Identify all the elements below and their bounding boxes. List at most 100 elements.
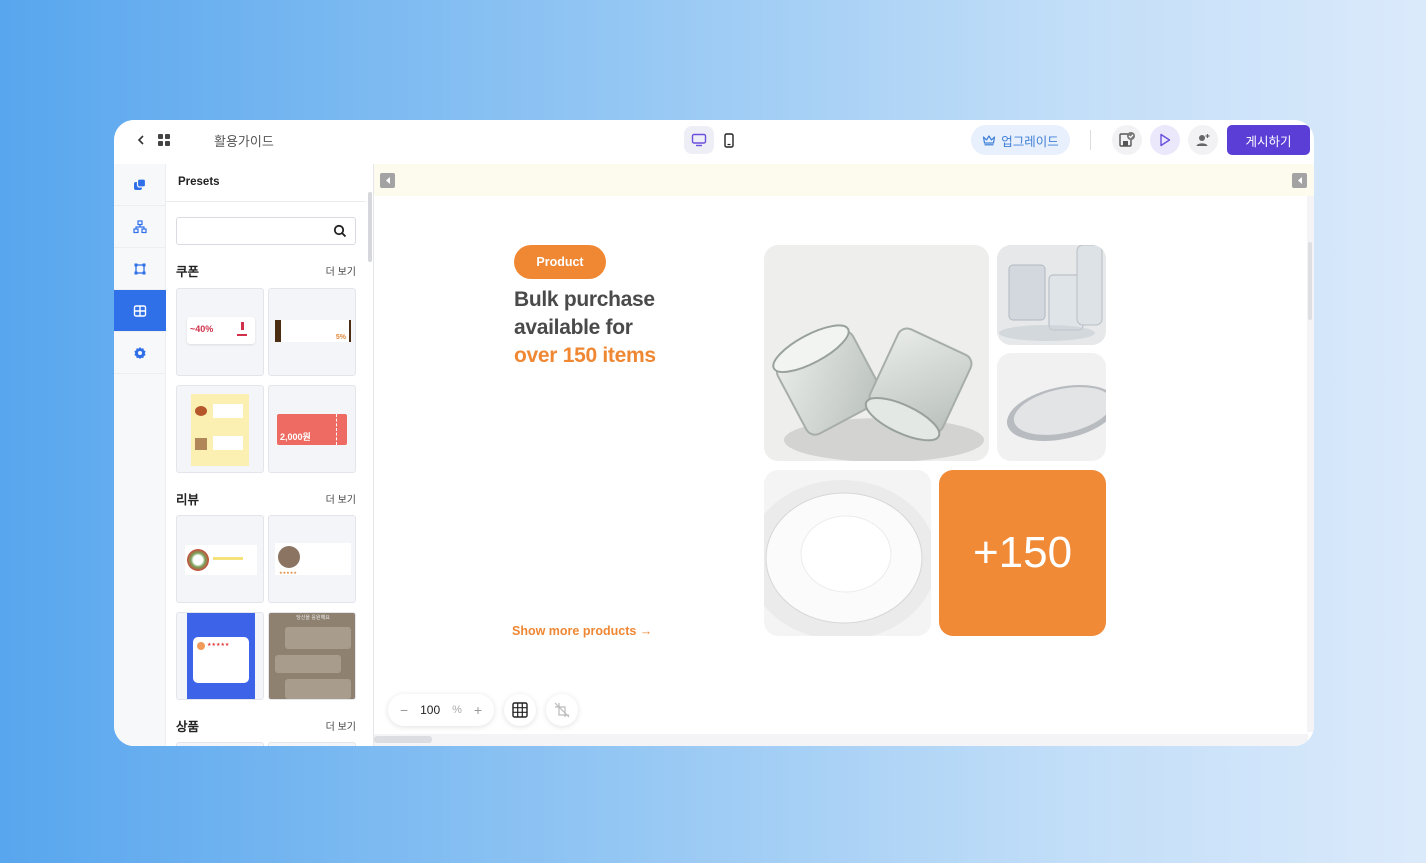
box-image — [195, 438, 207, 450]
food-image — [187, 549, 209, 571]
profile-image — [278, 546, 300, 568]
section-title: 쿠폰 — [176, 265, 200, 279]
water-glasses-image[interactable] — [997, 245, 1106, 345]
download-icon — [237, 322, 247, 336]
preset-search — [176, 217, 356, 245]
gear-icon — [134, 346, 146, 359]
caret-left-icon — [385, 177, 390, 184]
rating-stars: ★★★★★ — [279, 570, 297, 575]
review-card: ★★★★★ — [193, 637, 249, 683]
preview-button[interactable] — [1150, 125, 1180, 155]
product-badge[interactable]: Product — [514, 245, 606, 279]
upgrade-button[interactable]: 업그레이드 — [971, 125, 1070, 155]
headline[interactable]: Bulk purchase available for over 150 ite… — [514, 286, 656, 370]
zoom-value[interactable]: 100 — [420, 703, 440, 717]
coupon-card: ~40% — [187, 317, 255, 344]
editor-canvas[interactable]: Product Bulk purchase available for over… — [374, 164, 1314, 746]
water-glasses-illustration — [997, 245, 1106, 345]
coupon-card: 5% — [275, 320, 351, 342]
preset-thumb-product[interactable] — [176, 742, 264, 746]
save-check-icon — [1119, 132, 1135, 147]
coupon-value: 5% — [335, 334, 346, 341]
section-title: 상품 — [176, 720, 200, 734]
preset-thumb-review-chat[interactable]: 당신을 응원해요 — [268, 612, 356, 700]
search-input[interactable] — [177, 218, 327, 244]
app-window: 활용가이드 업그레이드 게시하기 Presets 쿠폰 더 보기 ~40% 5%… — [114, 120, 1314, 746]
grid-toggle-button[interactable] — [504, 694, 536, 726]
chat-bubble — [285, 627, 351, 649]
preset-thumb-review-profile[interactable]: ★★★★★ — [268, 515, 356, 603]
save-button[interactable] — [1112, 125, 1142, 155]
canvas-horizontal-scrollbar[interactable] — [374, 734, 1308, 746]
rail-item-structure[interactable] — [114, 206, 166, 248]
headline-highlight: over 150 items — [514, 344, 656, 367]
zoom-control: − 100 % + — [388, 694, 494, 726]
chat-title: 당신을 응원해요 — [296, 615, 330, 621]
document-title[interactable]: 활용가이드 — [214, 131, 274, 150]
grid-icon-cell — [158, 134, 163, 139]
guides-off-icon — [554, 702, 570, 718]
highlight-text — [213, 557, 243, 560]
metal-tray-image[interactable] — [997, 353, 1106, 461]
panel-scrollbar[interactable] — [368, 192, 372, 262]
mobile-view-button[interactable] — [714, 126, 744, 154]
coupon-card — [191, 394, 249, 466]
glasses-illustration — [772, 324, 984, 461]
guides-toggle-button[interactable] — [546, 694, 578, 726]
rating-stars: ★★★★★ — [207, 642, 230, 648]
panel-title: Presets — [166, 164, 366, 202]
review-card: ★★★★★ — [275, 543, 351, 575]
see-more-link[interactable]: 더 보기 — [326, 718, 356, 733]
scrollbar-thumb[interactable] — [374, 736, 432, 743]
collapse-right-button[interactable] — [1292, 173, 1307, 188]
preset-thumb-coupon-40[interactable]: ~40% — [176, 288, 264, 376]
layers-icon — [134, 177, 147, 190]
rail-item-pages[interactable] — [114, 164, 166, 206]
tray-illustration — [1006, 385, 1106, 441]
top-bar: 활용가이드 업그레이드 게시하기 — [114, 120, 1314, 164]
zoom-out-button[interactable]: − — [400, 702, 408, 718]
preset-thumb-coupon-5[interactable]: 5% — [268, 288, 356, 376]
preset-thumb-coupon-2000[interactable]: 2,000원 — [268, 385, 356, 473]
more-products-count-tile[interactable]: +150 — [939, 470, 1106, 636]
section-header-band — [374, 164, 1314, 196]
grid-icon — [512, 702, 528, 718]
see-more-link[interactable]: 더 보기 — [326, 491, 356, 506]
headline-line: available for — [514, 316, 633, 339]
rail-item-elements[interactable] — [114, 248, 166, 290]
grid-icon-cell — [165, 134, 170, 139]
show-more-products-link[interactable]: Show more products → — [512, 624, 652, 638]
rail-item-settings[interactable] — [114, 332, 166, 374]
apps-button[interactable] — [158, 134, 170, 146]
upgrade-label: 업그레이드 — [1001, 134, 1059, 149]
grid-icon-cell — [158, 141, 163, 146]
section-header-review: 리뷰 더 보기 — [176, 489, 356, 508]
review-card — [185, 545, 257, 575]
section-title: 리뷰 — [176, 493, 200, 507]
desktop-view-button[interactable] — [684, 126, 714, 154]
invite-button[interactable] — [1188, 125, 1218, 155]
rail-item-presets[interactable] — [114, 290, 166, 332]
meat-image — [195, 406, 207, 416]
add-user-icon — [1196, 134, 1210, 146]
zoom-in-button[interactable]: + — [474, 702, 482, 718]
publish-button[interactable]: 게시하기 — [1227, 125, 1310, 155]
search-icon[interactable] — [333, 224, 347, 238]
review-card-bg: ★★★★★ — [187, 613, 255, 699]
canvas-vertical-scrollbar[interactable] — [1307, 196, 1314, 732]
glasses-image[interactable] — [764, 245, 989, 461]
chevron-left-icon — [137, 135, 144, 145]
collapse-left-button[interactable] — [380, 173, 395, 188]
preset-thumb-review-food[interactable] — [176, 515, 264, 603]
preset-thumb-coupon-yellow[interactable] — [176, 385, 264, 473]
see-more-link[interactable]: 더 보기 — [326, 263, 356, 278]
scrollbar-thumb[interactable] — [1308, 242, 1312, 320]
back-button[interactable] — [136, 130, 152, 150]
preset-thumb-product[interactable] — [268, 742, 356, 746]
icon-rail — [114, 164, 166, 746]
toolbar-divider — [1090, 130, 1091, 150]
coupon-slot — [213, 404, 243, 418]
chat-bubble — [275, 655, 341, 673]
white-plate-image[interactable] — [764, 470, 931, 636]
preset-thumb-review-blue[interactable]: ★★★★★ — [176, 612, 264, 700]
